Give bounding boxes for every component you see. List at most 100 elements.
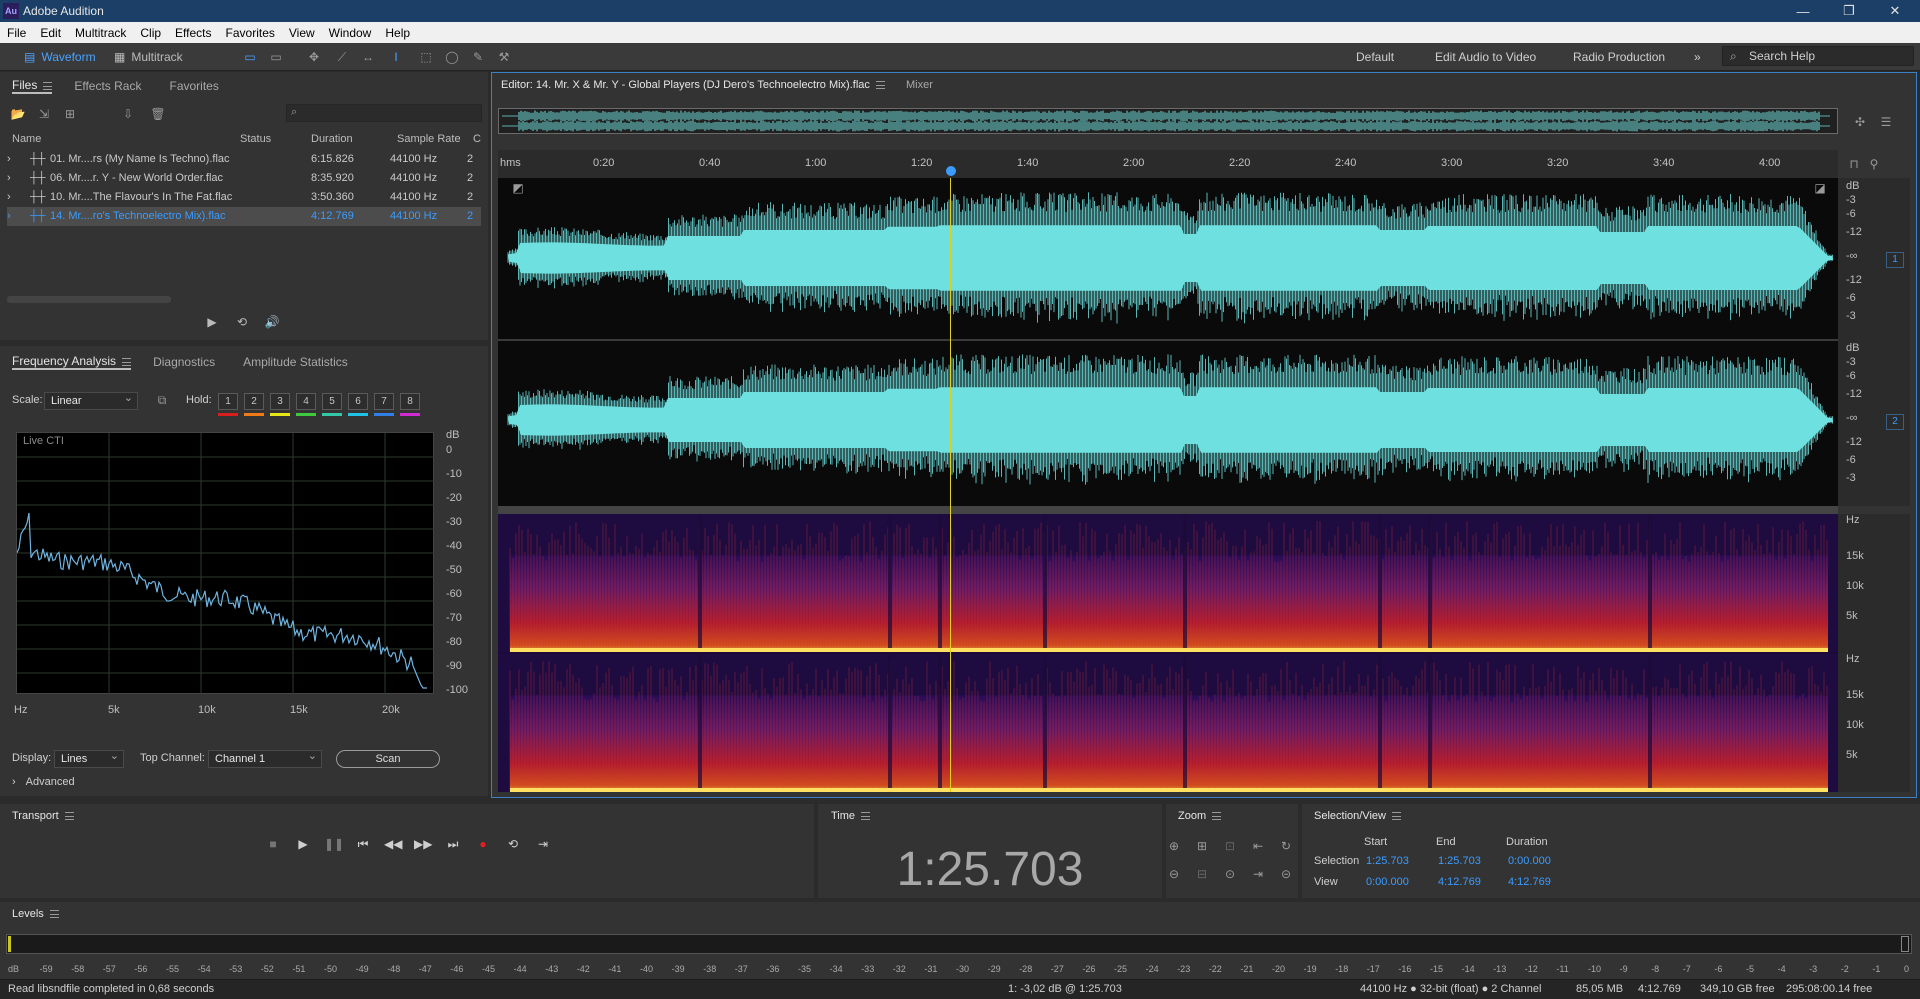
col-name[interactable]: Name <box>12 133 41 145</box>
spectral-display[interactable] <box>498 514 1838 792</box>
new-file-icon[interactable]: ⊞ <box>62 106 78 122</box>
minimize-icon[interactable]: — <box>1780 0 1826 22</box>
col-duration[interactable]: Duration <box>311 133 353 145</box>
col-channels[interactable]: C <box>473 133 481 145</box>
hold-button-1[interactable]: 1 <box>218 393 238 410</box>
menu-edit[interactable]: Edit <box>33 26 68 40</box>
frequency-graph[interactable]: Live CTI <box>16 432 435 695</box>
autoplay-icon[interactable]: 🔊 <box>264 314 280 330</box>
zoom-in-time-icon[interactable]: ⊞ <box>1194 838 1210 854</box>
slip-tool-icon[interactable]: ↔ <box>360 49 376 65</box>
file-row[interactable]: › ┼┼ 01. Mr....rs (My Name Is Techno).flac… <box>7 150 481 169</box>
workspace-default[interactable]: Default <box>1356 50 1394 64</box>
tab-amplitude-statistics[interactable]: Amplitude Statistics <box>243 355 348 369</box>
panel-menu-icon[interactable] <box>49 910 59 919</box>
display-options-icon[interactable]: ☰ <box>1878 114 1894 130</box>
display-select[interactable]: Lines <box>54 748 124 768</box>
hold-button-4[interactable]: 4 <box>296 393 316 410</box>
top-channel-select[interactable]: Channel 1 <box>208 748 322 768</box>
more-workspaces-icon[interactable]: » <box>1694 50 1701 64</box>
panel-menu-icon[interactable] <box>1212 812 1222 821</box>
menu-help[interactable]: Help <box>378 26 417 40</box>
tab-files[interactable]: Files <box>12 78 53 94</box>
selection-end[interactable]: 1:25.703 <box>1438 855 1481 867</box>
overview-navigator[interactable] <box>498 108 1838 134</box>
delete-file-icon[interactable]: 🗑 <box>150 106 166 122</box>
panel-menu-icon[interactable] <box>43 81 53 90</box>
zoom-out-full-icon[interactable]: ⊙ <box>1222 866 1238 882</box>
zoom-to-selection-icon[interactable]: ✣ <box>1852 114 1868 130</box>
zoom-out-right-icon[interactable]: ⇥ <box>1250 866 1266 882</box>
panel-menu-icon[interactable] <box>64 812 74 821</box>
zoom-out-all-icon[interactable]: ⊝ <box>1278 866 1294 882</box>
spot-healing-icon[interactable]: ⚒ <box>496 49 512 65</box>
selection-duration[interactable]: 0:00.000 <box>1508 855 1551 867</box>
time-selection-tool-icon[interactable]: I <box>388 49 404 65</box>
show-spectral-icon[interactable]: ▭ <box>268 49 284 65</box>
menu-file[interactable]: File <box>0 26 33 40</box>
waveform-spectral-divider[interactable] <box>498 506 1838 514</box>
loop-preview-icon[interactable]: ⟲ <box>234 314 250 330</box>
col-sample-rate[interactable]: Sample Rate <box>397 133 461 145</box>
channel-2-toggle[interactable]: 2 <box>1886 414 1904 430</box>
record-icon[interactable]: ● <box>474 837 492 853</box>
marquee-tool-icon[interactable]: ⬚ <box>418 49 434 65</box>
move-tool-icon[interactable]: ✥ <box>306 49 322 65</box>
clip-indicator[interactable] <box>1901 936 1909 952</box>
file-row[interactable]: › ┼┼ 10. Mr....The Flavour's In The Fat.fl… <box>7 188 481 207</box>
panel-menu-icon[interactable] <box>875 81 885 90</box>
go-to-start-icon[interactable]: ⏮ <box>354 837 372 853</box>
zoom-selection-icon[interactable]: ⊡ <box>1222 838 1238 854</box>
waveform-display[interactable] <box>498 178 1838 506</box>
view-start[interactable]: 0:00.000 <box>1366 876 1409 888</box>
selection-start[interactable]: 1:25.703 <box>1366 855 1409 867</box>
col-status[interactable]: Status <box>240 133 271 145</box>
menu-view[interactable]: View <box>282 26 322 40</box>
channel-1-toggle[interactable]: 1 <box>1886 252 1904 268</box>
scale-select[interactable]: Linear <box>44 390 138 410</box>
editor-tab[interactable]: Editor: 14. Mr. X & Mr. Y - Global Playe… <box>501 79 885 91</box>
clear-hold-icon[interactable]: ⧉ <box>154 392 170 408</box>
insert-into-multitrack-icon[interactable]: ⇩ <box>120 106 136 122</box>
panel-menu-icon[interactable] <box>122 357 132 366</box>
zoom-in-left-icon[interactable]: ⇤ <box>1250 838 1266 854</box>
maximize-icon[interactable]: ❐ <box>1826 0 1872 22</box>
hold-button-6[interactable]: 6 <box>348 393 368 410</box>
mixer-tab[interactable]: Mixer <box>906 79 933 91</box>
fast-forward-icon[interactable]: ▶▶ <box>414 837 432 853</box>
view-end[interactable]: 4:12.769 <box>1438 876 1481 888</box>
marker-icon[interactable]: ⚲ <box>1866 156 1882 172</box>
zoom-out-amplitude-icon[interactable]: ⊖ <box>1166 866 1182 882</box>
hud-toggle-icon[interactable]: ◩ <box>510 180 526 196</box>
menu-clip[interactable]: Clip <box>133 26 168 40</box>
file-row[interactable]: › ┼┼ 06. Mr....r. Y - New World Order.flac… <box>7 169 481 188</box>
hud-toggle-right-icon[interactable]: ◪ <box>1812 180 1828 196</box>
rewind-icon[interactable]: ◀◀ <box>384 837 402 853</box>
menu-effects[interactable]: Effects <box>168 26 218 40</box>
files-search-input[interactable]: ⌕ <box>286 104 482 122</box>
lasso-tool-icon[interactable]: ◯ <box>444 49 460 65</box>
hold-button-3[interactable]: 3 <box>270 393 290 410</box>
tab-favorites[interactable]: Favorites <box>169 79 218 93</box>
import-file-icon[interactable]: ⇲ <box>36 106 52 122</box>
menu-multitrack[interactable]: Multitrack <box>68 26 133 40</box>
file-row[interactable]: › ┼┼ 14. Mr....ro's Technoelectro Mix).fla… <box>7 207 481 226</box>
hold-button-7[interactable]: 7 <box>374 393 394 410</box>
go-to-end-icon[interactable]: ⏭ <box>444 837 462 853</box>
loop-playback-icon[interactable]: ⟲ <box>504 837 522 853</box>
workspace-edit-audio-to-video[interactable]: Edit Audio to Video <box>1435 50 1536 64</box>
waveform-view-button[interactable]: ▤ Waveform <box>24 47 96 67</box>
view-duration[interactable]: 4:12.769 <box>1508 876 1551 888</box>
panel-menu-icon[interactable] <box>1391 812 1401 821</box>
search-help-input[interactable]: ⌕ Search Help <box>1722 46 1914 66</box>
zoom-in-amplitude-icon[interactable]: ⊕ <box>1166 838 1182 854</box>
hold-button-8[interactable]: 8 <box>400 393 420 410</box>
menu-window[interactable]: Window <box>322 26 379 40</box>
pause-icon[interactable]: ❚❚ <box>324 837 344 853</box>
skip-selection-icon[interactable]: ⇥ <box>534 837 552 853</box>
playhead-handle[interactable] <box>946 166 956 176</box>
tab-diagnostics[interactable]: Diagnostics <box>153 355 215 369</box>
play-preview-icon[interactable]: ▶ <box>204 314 220 330</box>
zoom-out-time-icon[interactable]: ⊟ <box>1194 866 1210 882</box>
stop-icon[interactable]: ■ <box>264 837 282 853</box>
